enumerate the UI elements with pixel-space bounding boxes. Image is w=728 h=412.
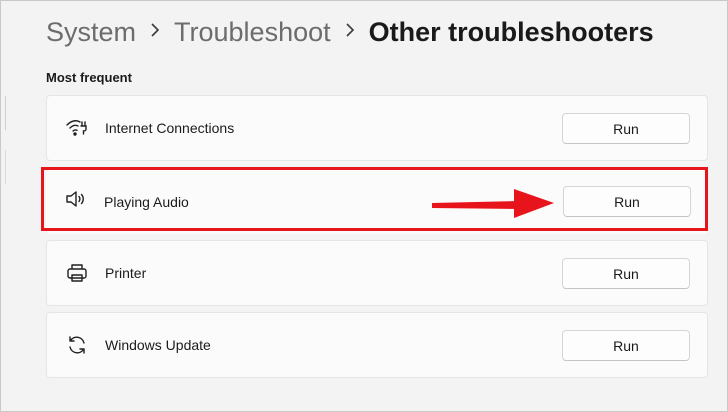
run-printer-button[interactable]: Run — [562, 258, 690, 289]
printer-icon — [65, 261, 89, 285]
run-playing-audio-button[interactable]: Run — [563, 186, 691, 217]
breadcrumb-troubleshoot[interactable]: Troubleshoot — [174, 17, 331, 48]
troubleshooter-playing-audio: Playing Audio Run — [46, 168, 708, 234]
troubleshooter-windows-update: Windows Update Run — [46, 312, 708, 378]
section-title: Most frequent — [46, 70, 132, 85]
troubleshooter-label: Windows Update — [105, 337, 211, 353]
sidebar-edge — [0, 96, 6, 130]
troubleshooter-internet-connections: Internet Connections Run — [46, 95, 708, 161]
chevron-right-icon — [331, 21, 369, 44]
wifi-icon — [65, 116, 89, 140]
troubleshooter-label: Printer — [105, 265, 147, 281]
annotation-arrow-icon — [432, 189, 554, 218]
troubleshooter-printer: Printer Run — [46, 240, 708, 306]
sidebar-edge-lower — [0, 150, 6, 184]
sync-icon — [65, 333, 89, 357]
page-title: Other troubleshooters — [368, 16, 654, 47]
breadcrumb: System Troubleshoot Other troubleshooter… — [46, 12, 654, 52]
speaker-icon — [64, 187, 88, 211]
troubleshooter-label: Internet Connections — [105, 120, 235, 136]
breadcrumb-system[interactable]: System — [46, 17, 136, 48]
run-windows-update-button[interactable]: Run — [562, 330, 690, 361]
troubleshooter-label: Playing Audio — [104, 194, 189, 210]
run-internet-connections-button[interactable]: Run — [562, 113, 690, 144]
chevron-right-icon — [136, 21, 174, 44]
